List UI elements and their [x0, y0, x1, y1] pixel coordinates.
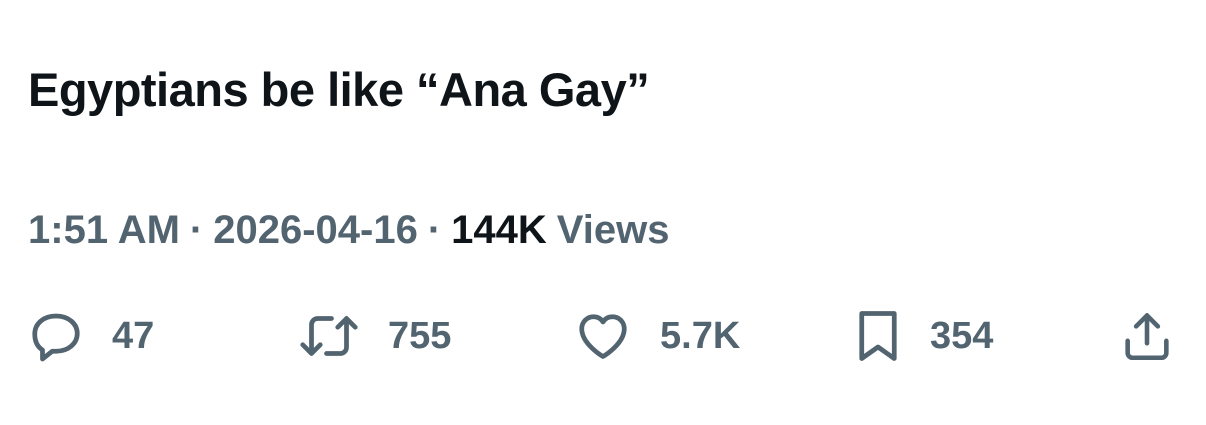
bookmark-button[interactable]: 354 [852, 306, 993, 366]
views-count: 144K [451, 208, 547, 252]
bookmark-icon [852, 306, 904, 366]
retweet-button[interactable]: 755 [296, 306, 451, 366]
like-count: 5.7K [660, 314, 741, 357]
tweet-text: Egyptians be like “Ana Gay” [28, 63, 650, 116]
share-icon [1118, 306, 1176, 366]
reply-button[interactable]: 47 [26, 306, 154, 366]
bookmark-count: 354 [930, 314, 994, 357]
share-button[interactable] [1118, 306, 1176, 366]
retweet-count: 755 [388, 314, 452, 357]
heart-icon [572, 306, 634, 366]
tweet-date[interactable]: 2026-04-16 [213, 208, 418, 253]
reply-count: 47 [112, 314, 155, 357]
tweet-actions: 47 755 5.7K 354 [0, 306, 1206, 366]
retweet-icon [296, 306, 362, 366]
meta-separator: · [427, 208, 442, 252]
meta-separator: · [189, 208, 204, 252]
reply-icon [26, 306, 86, 366]
like-button[interactable]: 5.7K [572, 306, 740, 366]
views-label: Views [556, 208, 670, 252]
tweet-time[interactable]: 1:51 AM [28, 208, 180, 253]
tweet-meta: 1:51 AM · 2026-04-16 · 144K Views [28, 208, 669, 253]
